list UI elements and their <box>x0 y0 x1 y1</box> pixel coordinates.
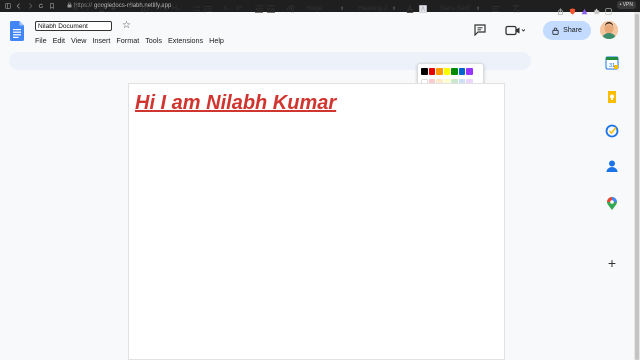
strikethrough-button[interactable]: S <box>111 3 116 15</box>
scrollbar-thumb[interactable] <box>635 14 639 360</box>
document-title-input[interactable] <box>35 21 112 31</box>
menu-edit[interactable]: Edit <box>53 36 65 45</box>
docs-logo-icon[interactable] <box>10 21 24 41</box>
meet-video-icon[interactable] <box>505 25 525 36</box>
text-direction-icon[interactable] <box>286 3 294 15</box>
rewards-icon[interactable] <box>581 2 588 14</box>
menu-file[interactable]: File <box>35 36 47 45</box>
heading-arrow-icon: ⬍ <box>392 6 397 12</box>
vpn-button[interactable]: • VPN <box>616 1 636 9</box>
share-page-icon[interactable] <box>557 2 564 15</box>
side-panel: 31 + <box>597 46 631 360</box>
font-size-select[interactable]: Huge <box>307 3 323 15</box>
avatar[interactable] <box>600 21 618 39</box>
align-icon[interactable] <box>492 3 500 15</box>
outdent-icon[interactable] <box>255 3 263 15</box>
document-page[interactable] <box>128 83 505 360</box>
color-swatch[interactable] <box>458 68 465 75</box>
forward-icon[interactable] <box>27 3 33 9</box>
lock-icon <box>67 2 72 10</box>
share-lock-icon <box>552 27 559 35</box>
menu-extensions[interactable]: Extensions <box>168 36 203 45</box>
superscript-button[interactable]: x² <box>236 3 242 15</box>
tasks-icon[interactable] <box>605 124 619 138</box>
color-swatch[interactable] <box>451 68 458 75</box>
menu-help[interactable]: Help <box>209 36 224 45</box>
subscript-button[interactable]: x₂ <box>223 3 229 15</box>
star-icon[interactable]: ☆ <box>122 20 131 32</box>
share-label: Share <box>563 27 582 34</box>
extensions-icon[interactable] <box>593 2 600 14</box>
vpn-label: VPN <box>622 2 633 8</box>
blockquote-icon[interactable]: ❞ <box>128 3 132 15</box>
menu-view[interactable]: View <box>71 36 86 45</box>
ordered-list-icon[interactable]: 12 <box>192 3 200 15</box>
highlight-color-icon[interactable] <box>419 3 427 15</box>
font-family-arrow-icon: ⬍ <box>476 6 481 12</box>
text-color-icon[interactable] <box>406 3 414 15</box>
font-family-select[interactable]: Sans Serif <box>440 3 470 15</box>
share-button[interactable]: Share <box>543 21 591 40</box>
font-size-arrow-icon: ⬍ <box>340 6 345 12</box>
bullet-list-icon[interactable] <box>204 3 212 15</box>
color-swatch[interactable] <box>436 68 443 75</box>
underline-button[interactable]: U <box>99 3 104 15</box>
h2-button[interactable]: H₂ <box>172 3 180 15</box>
palette-row <box>421 68 480 75</box>
svg-text:31: 31 <box>609 63 615 69</box>
add-icon[interactable]: + <box>605 256 619 270</box>
heading-select[interactable]: Heading 2 <box>358 3 388 15</box>
bookmark-icon[interactable] <box>49 3 55 9</box>
document-heading[interactable]: Hi I am Nilabh Kumar <box>135 92 336 115</box>
italic-button[interactable]: I <box>87 3 89 15</box>
menu-tools[interactable]: Tools <box>145 36 162 45</box>
menu-insert[interactable]: Insert <box>92 36 110 45</box>
code-block-icon[interactable] <box>141 3 149 15</box>
contacts-icon[interactable] <box>605 159 619 173</box>
clear-formatting-icon[interactable] <box>512 3 520 15</box>
indent-icon[interactable] <box>267 3 275 15</box>
menu-bar: File Edit View Insert Format Tools Exten… <box>35 36 224 45</box>
color-swatch[interactable] <box>428 68 435 75</box>
sidebar-toggle-icon[interactable] <box>5 3 11 9</box>
color-swatch[interactable] <box>421 68 428 75</box>
window-icon[interactable] <box>604 2 612 15</box>
address-bar[interactable]: https://googledocs-nilabh.netlify.app <box>67 2 171 10</box>
calendar-icon[interactable]: 31 <box>605 56 619 70</box>
bold-button[interactable]: B <box>73 3 78 15</box>
back-icon[interactable] <box>16 3 22 9</box>
comment-history-icon[interactable] <box>474 24 486 36</box>
h1-button[interactable]: H₁ <box>160 3 167 15</box>
keep-icon[interactable] <box>605 90 619 104</box>
color-swatch[interactable] <box>443 68 450 75</box>
reload-icon[interactable] <box>38 3 44 9</box>
scrollbar[interactable] <box>634 12 640 360</box>
menu-format[interactable]: Format <box>116 36 139 45</box>
maps-icon[interactable] <box>605 197 619 211</box>
color-swatch[interactable] <box>466 68 473 75</box>
brave-shield-icon[interactable] <box>569 2 576 15</box>
svg-text:2: 2 <box>192 8 194 12</box>
